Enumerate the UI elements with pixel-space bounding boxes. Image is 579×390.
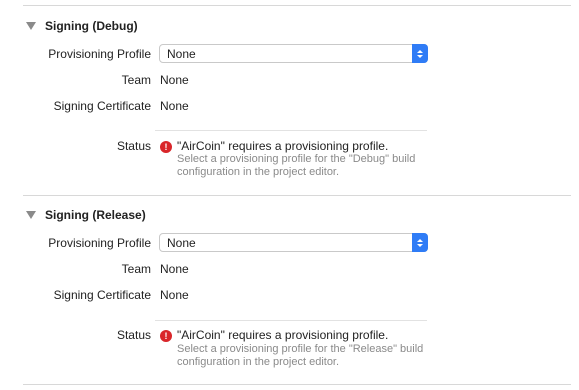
provisioning-profile-label: Provisioning Profile [48, 236, 151, 250]
signing-certificate-label: Signing Certificate [53, 99, 151, 113]
status-detail: Select a provisioning profile for the "R… [177, 343, 424, 368]
provisioning-profile-value: None [167, 236, 196, 250]
bottom-separator [23, 384, 571, 385]
status-message: "AirCoin" requires a provisioning profil… [177, 139, 389, 153]
signing-release-header[interactable]: Signing (Release) [26, 207, 146, 223]
error-icon: ! [160, 141, 172, 153]
top-separator [23, 5, 571, 6]
popup-stepper-icon[interactable] [412, 44, 428, 63]
status-divider [155, 320, 427, 321]
status-message: "AirCoin" requires a provisioning profil… [177, 328, 389, 342]
section-title: Signing (Release) [45, 208, 146, 222]
provisioning-profile-value: None [167, 47, 196, 61]
section-separator [23, 195, 571, 196]
team-label: Team [121, 73, 151, 87]
disclosure-triangle-icon[interactable] [26, 211, 36, 219]
signing-certificate-label: Signing Certificate [53, 288, 151, 302]
team-value: None [160, 262, 189, 276]
status-detail: Select a provisioning profile for the "D… [177, 153, 416, 178]
provisioning-profile-label: Provisioning Profile [48, 47, 151, 61]
provisioning-profile-popup[interactable]: None [159, 44, 428, 63]
status-label: Status [116, 328, 151, 342]
section-title: Signing (Debug) [45, 19, 138, 33]
status-divider [155, 130, 427, 131]
disclosure-triangle-icon[interactable] [26, 22, 36, 30]
team-value: None [160, 73, 189, 87]
error-icon: ! [160, 330, 172, 342]
team-label: Team [121, 262, 151, 276]
signing-certificate-value: None [160, 99, 189, 113]
signing-certificate-value: None [160, 288, 189, 302]
status-label: Status [116, 139, 151, 153]
signing-debug-header[interactable]: Signing (Debug) [26, 18, 138, 34]
popup-stepper-icon[interactable] [412, 233, 428, 252]
provisioning-profile-popup[interactable]: None [159, 233, 428, 252]
